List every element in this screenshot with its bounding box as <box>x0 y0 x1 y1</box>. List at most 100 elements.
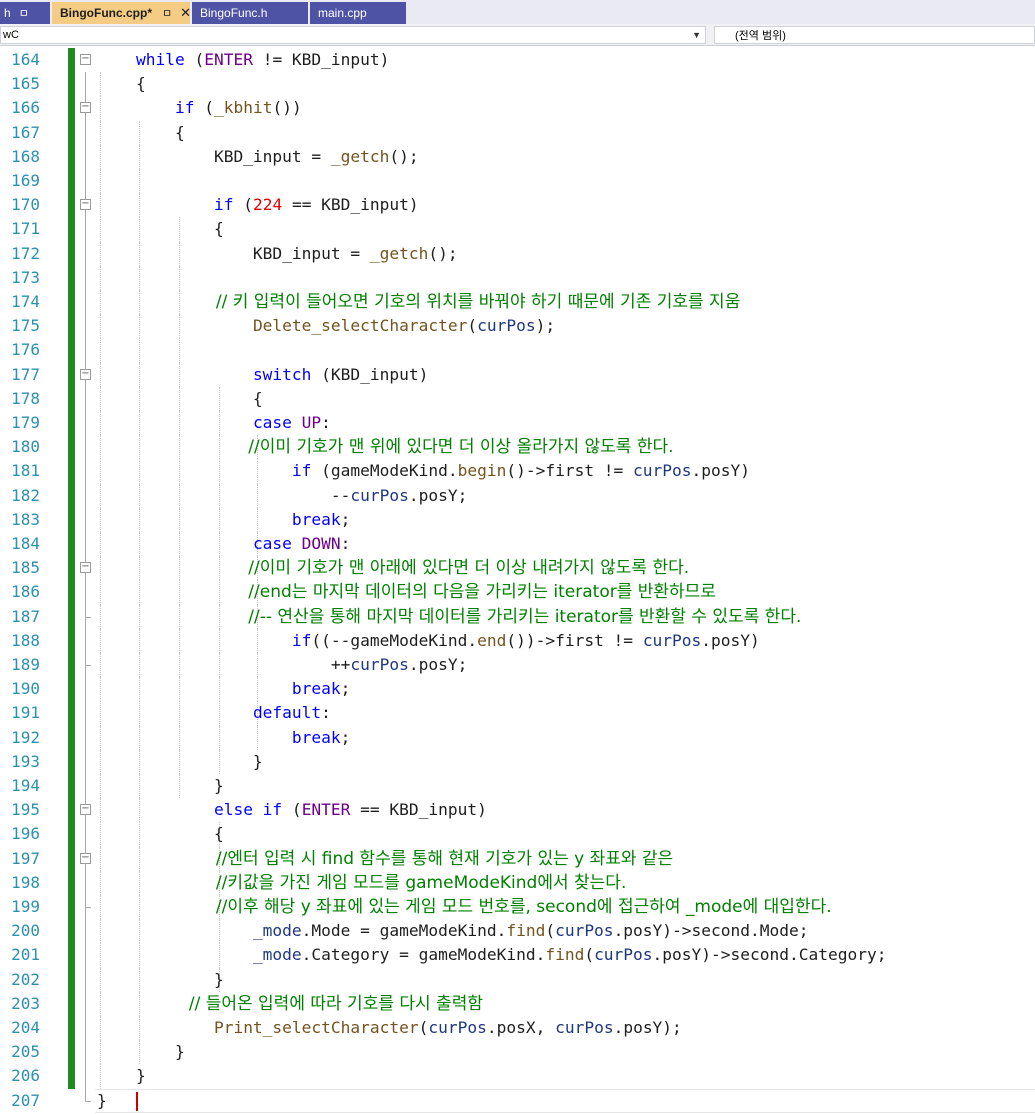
code-line[interactable]: 203 // 들어온 입력에 따라 기호를 다시 출력함 <box>0 991 1035 1016</box>
code-line[interactable]: 199 //이후 해당 y 좌표에 있는 게임 모드 번호를, second에 … <box>0 895 1035 920</box>
code-token: curPos <box>350 655 409 674</box>
code-line[interactable]: 184 case DOWN: <box>0 532 1035 557</box>
collapse-icon[interactable]: − <box>80 102 91 114</box>
code-line[interactable]: 177 − switch (KBD_input) <box>0 362 1035 387</box>
pin-icon[interactable]: ㅁ <box>19 5 29 21</box>
change-indicator <box>68 411 75 436</box>
code-token: ()) <box>272 98 302 118</box>
code-text: break; <box>97 726 350 750</box>
code-line[interactable]: 205 } <box>0 1040 1035 1065</box>
change-indicator <box>68 653 75 678</box>
change-indicator <box>68 169 75 194</box>
change-indicator <box>68 967 75 992</box>
document-tab-strip: h ㅁ BingoFunc.cpp* ㅁ ✕ BingoFunc.h main.cpp <box>0 0 1035 24</box>
code-token: .Category = gameModeKind. <box>301 945 546 965</box>
pin-icon[interactable]: ㅁ <box>162 5 172 21</box>
code-line[interactable]: 183 break; <box>0 507 1035 532</box>
code-line[interactable]: 179 case UP: <box>0 411 1035 436</box>
line-number: 164 <box>11 50 40 69</box>
code-line[interactable]: 171 { <box>0 217 1035 242</box>
line-number: 170 <box>11 195 40 215</box>
code-text: //end는 마지막 데이터의 다음을 가리키는 iterator를 반환하므로 <box>97 580 716 604</box>
code-line[interactable]: 201 _mode.Category = gameModeKind.find(c… <box>0 943 1035 968</box>
code-line[interactable]: 180 //이미 기호가 맨 위에 있다면 더 이상 올라가지 않도록 한다. <box>0 435 1035 460</box>
change-indicator <box>68 798 75 823</box>
project-scope-dropdown[interactable]: wC ▼ <box>0 25 706 44</box>
code-line[interactable]: 197 − //엔터 입력 시 find 함수를 통해 현재 기호가 있는 y 좌… <box>0 846 1035 871</box>
collapse-icon[interactable]: − <box>80 199 91 211</box>
code-line[interactable]: 202 } <box>0 967 1035 992</box>
collapse-icon[interactable]: − <box>80 852 91 864</box>
code-line[interactable]: 175 Delete_selectCharacter(curPos); <box>0 314 1035 339</box>
code-line[interactable]: 206 } <box>0 1064 1035 1089</box>
change-indicator <box>68 338 75 363</box>
collapse-icon[interactable]: − <box>80 368 91 380</box>
code-line[interactable]: 195 − else if (ENTER == KBD_input) <box>0 798 1035 823</box>
code-line[interactable]: 194 } <box>0 774 1035 799</box>
line-number: 172 <box>11 243 40 263</box>
code-line[interactable]: 185 − //이미 기호가 맨 아래에 있다면 더 이상 내려가지 않도록 한다… <box>0 556 1035 581</box>
code-token: curPos <box>633 461 692 481</box>
code-line[interactable]: 169 <box>0 169 1035 194</box>
code-line[interactable]: 198 //키값을 가진 게임 모드를 gameModeKind에서 찾는다. <box>0 870 1035 895</box>
code-line[interactable]: 189 ++curPos.posY; <box>0 653 1035 678</box>
collapse-icon[interactable]: − <box>80 804 91 816</box>
code-line[interactable]: 168 KBD_input = _getch(); <box>0 144 1035 169</box>
line-number: 203 <box>11 993 40 1013</box>
code-line[interactable]: 188 if((--gameModeKind.end())->first != … <box>0 628 1035 653</box>
code-line[interactable]: 193 } <box>0 749 1035 774</box>
line-number: 191 <box>11 703 40 723</box>
code-text: break; <box>97 508 350 532</box>
code-line[interactable]: 190 break; <box>0 677 1035 702</box>
line-number: 194 <box>11 776 40 795</box>
fold-guide <box>85 580 86 605</box>
code-token: { <box>97 824 224 844</box>
tab-1[interactable]: BingoFunc.cpp* ㅁ ✕ <box>52 2 191 24</box>
code-line[interactable]: 166 − if (_kbhit()) <box>0 96 1035 121</box>
code-line[interactable]: 187 //-- 연산을 통해 마지막 데이터를 가리키는 iterator를 … <box>0 604 1035 629</box>
code-token: //이미 기호가 맨 위에 있다면 더 이상 올라가지 않도록 한다. <box>97 437 674 458</box>
code-line[interactable]: 170 − if (224 == KBD_input) <box>0 193 1035 218</box>
code-token: : <box>340 534 351 553</box>
code-line[interactable]: 174 // 키 입력이 들어오면 기호의 위치를 바꿔야 하기 때문에 기존 … <box>0 290 1035 315</box>
close-icon[interactable]: ✕ <box>180 5 191 21</box>
code-line[interactable]: 176 <box>0 338 1035 363</box>
code-token: if <box>213 195 234 215</box>
tab-2[interactable]: BingoFunc.h <box>192 2 308 24</box>
code-line[interactable]: 178 { <box>0 386 1035 411</box>
code-token: .posY) <box>701 630 760 650</box>
fold-guide <box>85 144 86 169</box>
code-line[interactable]: 172 KBD_input = _getch(); <box>0 241 1035 266</box>
tab-0[interactable]: hㅁ <box>0 2 50 24</box>
code-line[interactable]: 204 Print_selectCharacter(curPos.posX, c… <box>0 1016 1035 1041</box>
line-number: 178 <box>11 388 40 408</box>
code-line[interactable]: 200 _mode.Mode = gameModeKind.find(curPo… <box>0 919 1035 944</box>
code-token: .posY; <box>408 655 468 674</box>
code-line[interactable]: 191 default: <box>0 701 1035 726</box>
collapse-icon[interactable]: − <box>80 562 91 574</box>
code-line[interactable]: 167 { <box>0 120 1035 145</box>
code-line[interactable]: 207} <box>0 1088 1035 1113</box>
code-text: { <box>97 387 263 411</box>
code-text: KBD_input = _getch(); <box>97 242 458 266</box>
code-line[interactable]: 182 --curPos.posY; <box>0 483 1035 508</box>
code-line[interactable]: 164 − while (ENTER != KBD_input) <box>0 48 1035 73</box>
code-line[interactable]: 192 break; <box>0 725 1035 750</box>
code-line[interactable]: 196 { <box>0 822 1035 847</box>
code-text: { <box>97 121 185 145</box>
code-token: (gameModeKind. <box>311 461 458 481</box>
code-line[interactable]: 186 //end는 마지막 데이터의 다음을 가리키는 iterator를 반… <box>0 580 1035 605</box>
code-editor[interactable]: 164− while (ENTER != KBD_input) 165 {166−… <box>0 48 1035 1114</box>
code-line[interactable]: 173 <box>0 265 1035 290</box>
code-line[interactable]: 181 if (gameModeKind.begin()->first != c… <box>0 459 1035 484</box>
collapse-icon[interactable]: − <box>80 54 91 65</box>
fold-guide <box>85 386 86 411</box>
code-line[interactable]: 165 { <box>0 72 1035 97</box>
tab-3[interactable]: main.cpp <box>310 2 406 24</box>
fold-guide <box>85 338 86 363</box>
scope-dropdown[interactable]: (전역 범위) <box>714 25 1035 44</box>
chevron-down-icon[interactable]: ▼ <box>692 30 701 40</box>
change-indicator <box>68 120 75 145</box>
